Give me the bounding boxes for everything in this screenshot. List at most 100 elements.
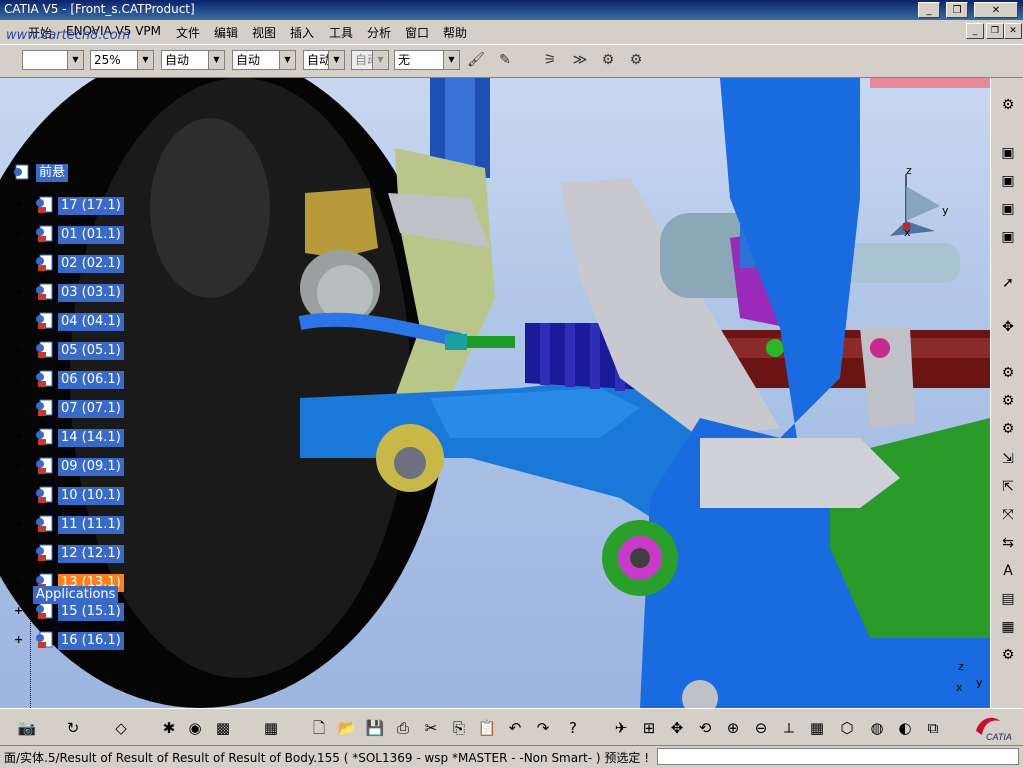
pattern-icon[interactable]: ⚙ (997, 644, 1019, 666)
pan-icon[interactable]: ✥ (666, 717, 688, 739)
expand-icon[interactable]: + (14, 286, 23, 297)
expand-icon[interactable]: + (14, 634, 23, 645)
menu-view[interactable]: 视图 (252, 24, 276, 41)
expand-icon[interactable]: + (14, 257, 23, 268)
material-icon[interactable]: ◉ (184, 717, 206, 739)
command-input[interactable] (657, 748, 1019, 765)
menu-help[interactable]: 帮助 (443, 24, 467, 41)
explode-icon[interactable]: ⤧ (997, 504, 1019, 526)
close-button[interactable]: ✕ (974, 2, 1018, 18)
expand-icon[interactable]: + (14, 228, 23, 239)
render-style-icon[interactable]: ◍ (866, 717, 888, 739)
tree-node-label: 03 (03.1) (58, 284, 124, 302)
graphic-properties-icon[interactable]: ✎ (495, 50, 515, 70)
zoom-out-icon[interactable]: ⊖ (750, 717, 772, 739)
linewidth-combo[interactable]: 自动 ▼ (232, 50, 296, 70)
menu-file[interactable]: 文件 (176, 24, 200, 41)
expand-icon[interactable]: + (14, 344, 23, 355)
3d-viewport[interactable]: 前悬 +17 (17.1) +01 (01.1) +02 (02.1) +03 … (0, 78, 990, 708)
part-icon[interactable]: ▣ (997, 226, 1019, 248)
doc-restore-button[interactable]: ❐ (986, 23, 1004, 39)
point-combo[interactable]: 自动 ▼ (303, 50, 345, 70)
menu-tools[interactable]: 工具 (329, 24, 353, 41)
iso-view-icon[interactable]: ⬡ (836, 717, 858, 739)
redo-icon[interactable]: ↷ (532, 717, 554, 739)
undo-icon[interactable]: ↶ (504, 717, 526, 739)
doc-minimize-button[interactable]: _ (966, 23, 984, 39)
hide-show-icon[interactable]: ◐ (894, 717, 916, 739)
camera-icon[interactable]: 📷 (16, 717, 38, 739)
table-icon[interactable]: ▦ (997, 616, 1019, 638)
text-icon[interactable]: A (997, 560, 1019, 582)
expand-icon[interactable]: + (14, 431, 23, 442)
help-icon[interactable]: ? (562, 717, 584, 739)
gear-multi-icon[interactable]: ⚙ (626, 50, 646, 70)
expand-icon[interactable]: + (14, 547, 23, 558)
menu-insert[interactable]: 插入 (290, 24, 314, 41)
gear-icon[interactable]: ⚙ (997, 362, 1019, 384)
print-icon[interactable]: ⎙ (392, 717, 414, 739)
menu-edit[interactable]: 编辑 (214, 24, 238, 41)
normal-view-icon[interactable]: ⟂ (778, 717, 800, 739)
part-icon[interactable]: ▣ (997, 170, 1019, 192)
component-icon (36, 602, 53, 619)
expand-icon[interactable]: + (14, 373, 23, 384)
component-icon (36, 399, 53, 416)
expand-icon[interactable]: + (14, 489, 23, 500)
component-icon (36, 631, 53, 648)
new-icon[interactable]: 🗋 (308, 717, 330, 739)
grid-icon[interactable]: ▦ (260, 717, 282, 739)
watermark-url: www.cartech8.com (6, 28, 131, 43)
shapes-icon[interactable]: ▩ (212, 717, 234, 739)
swap-visible-icon[interactable]: ⧉ (922, 717, 944, 739)
fly-icon[interactable]: ✈ (610, 717, 632, 739)
constraint-icon[interactable]: ⇆ (997, 532, 1019, 554)
expand-icon[interactable]: + (14, 402, 23, 413)
catalog-icon[interactable]: ▤ (997, 588, 1019, 610)
doc-close-button[interactable]: ✕ (1004, 23, 1022, 39)
restore-button[interactable]: ❐ (946, 2, 968, 18)
select-arrow-icon[interactable]: ➚ (997, 272, 1019, 294)
layer-combo[interactable]: 无 ▼ (394, 50, 460, 70)
tree-applications[interactable]: Applications (33, 586, 119, 604)
copy-icon[interactable]: ⎘ (448, 717, 470, 739)
gear-settings-icon[interactable]: ⚙ (598, 50, 618, 70)
expand-icon[interactable]: + (14, 460, 23, 471)
sketch-icon[interactable]: ◇ (110, 717, 132, 739)
gear-star-icon[interactable]: ✱ (158, 717, 180, 739)
gear-icon[interactable]: ⚙ (997, 418, 1019, 440)
bottom-toolbar: 📷 ↻ ◇ ✱ ◉ ▩ ▦ 🗋 📂 💾 ⎙ ✂ ⎘ 📋 ↶ ↷ ? ✈ ⊞ ✥ … (0, 708, 1023, 745)
gear-icon[interactable]: ⚙ (997, 390, 1019, 412)
multi-view-icon[interactable]: ▦ (806, 717, 828, 739)
expand-icon[interactable]: + (14, 605, 23, 616)
expand-icon[interactable]: + (14, 199, 23, 210)
snap-icon[interactable]: ⇱ (997, 476, 1019, 498)
part-icon[interactable]: ▣ (997, 142, 1019, 164)
tree-node-label: 02 (02.1) (58, 255, 124, 273)
menu-analyze[interactable]: 分析 (367, 24, 391, 41)
menu-window[interactable]: 窗口 (405, 24, 429, 41)
expand-icon[interactable]: + (14, 518, 23, 529)
transparency-combo[interactable]: 25% ▼ (90, 50, 154, 70)
assembly-icon[interactable]: ⚙ (997, 94, 1019, 116)
zoom-in-icon[interactable]: ⊕ (722, 717, 744, 739)
manipulate-icon[interactable]: ✥ (997, 316, 1019, 338)
swap-icon[interactable]: ≫ (570, 50, 590, 70)
cut-icon[interactable]: ✂ (420, 717, 442, 739)
analyze-icon[interactable]: ⚞ (540, 50, 560, 70)
refresh-icon[interactable]: ↻ (62, 717, 84, 739)
linetype-combo[interactable]: 自动 ▼ (161, 50, 225, 70)
part-icon[interactable]: ▣ (997, 198, 1019, 220)
rotate-icon[interactable]: ⟲ (694, 717, 716, 739)
fit-all-icon[interactable]: ⊞ (638, 717, 660, 739)
move-icon[interactable]: ⇲ (997, 448, 1019, 470)
color-combo[interactable]: ▼ (22, 50, 84, 70)
painter-icon[interactable]: 🖌 (466, 50, 486, 70)
paste-icon[interactable]: 📋 (476, 717, 498, 739)
expand-icon[interactable]: + (14, 315, 23, 326)
minimize-button[interactable]: _ (918, 2, 940, 18)
expand-icon[interactable]: + (14, 576, 23, 587)
save-icon[interactable]: 💾 (364, 717, 386, 739)
open-icon[interactable]: 📂 (336, 717, 358, 739)
component-icon (36, 254, 53, 271)
